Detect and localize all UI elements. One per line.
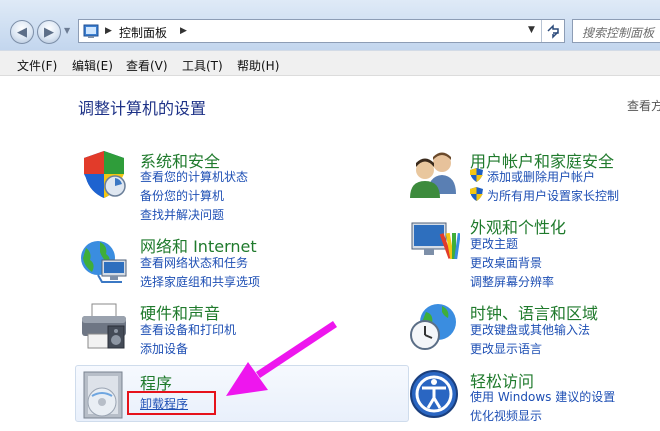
annotation-arrow-icon — [226, 321, 337, 396]
link-adjust-screen-resolution[interactable]: 调整屏幕分辨率 — [470, 273, 554, 290]
link-find-fix-problems[interactable]: 查找并解决问题 — [140, 206, 224, 223]
page-title: 调整计算机的设置 — [78, 99, 207, 118]
link-view-computer-status[interactable]: 查看您的计算机状态 — [140, 168, 248, 185]
menu-view[interactable]: 查看(V) — [126, 57, 168, 74]
menu-bar: 文件(F) 编辑(E) 查看(V) 工具(T) 帮助(H) — [0, 50, 660, 76]
address-divider — [541, 20, 542, 42]
annotation-highlight-box — [127, 391, 216, 415]
link-network-status-tasks[interactable]: 查看网络状态和任务 — [140, 254, 248, 271]
link-add-remove-accounts[interactable]: 添加或删除用户帐户 — [487, 168, 595, 185]
address-dropdown-icon[interactable]: ▼ — [528, 25, 535, 35]
menu-edit[interactable]: 编辑(E) — [72, 57, 113, 74]
menu-tools[interactable]: 工具(T) — [182, 57, 223, 74]
search-placeholder: 搜索控制面板 — [582, 26, 655, 40]
address-field[interactable]: ▶ 控制面板 ▶ ▼ — [78, 19, 565, 43]
back-button[interactable]: ◀ — [10, 20, 34, 44]
recent-pages-dropdown-icon[interactable]: ▼ — [64, 26, 70, 35]
link-change-desktop-background[interactable]: 更改桌面背景 — [470, 254, 542, 271]
ease-of-access-icon[interactable] — [408, 368, 460, 420]
forward-arrow-icon: ▶ — [44, 24, 54, 40]
link-backup-computer[interactable]: 备份您的计算机 — [140, 187, 224, 204]
programs-icon[interactable] — [78, 370, 130, 422]
refresh-icon[interactable] — [545, 23, 561, 39]
link-optimize-visual-display[interactable]: 优化视频显示 — [470, 407, 542, 424]
menu-help[interactable]: 帮助(H) — [237, 57, 279, 74]
back-arrow-icon: ◀ — [17, 24, 27, 40]
menu-file[interactable]: 文件(F) — [17, 57, 57, 74]
link-change-keyboard-input[interactable]: 更改键盘或其他输入法 — [470, 321, 590, 338]
breadcrumb-separator-icon[interactable]: ▶ — [180, 26, 187, 36]
view-by-label[interactable]: 查看方 — [627, 97, 660, 114]
uac-shield-icon — [470, 168, 483, 182]
clock-globe-icon[interactable] — [408, 300, 460, 352]
link-add-device[interactable]: 添加设备 — [140, 340, 188, 357]
breadcrumb-separator-icon: ▶ — [105, 26, 112, 36]
users-icon[interactable] — [408, 148, 460, 200]
link-parental-controls[interactable]: 为所有用户设置家长控制 — [487, 187, 619, 204]
link-windows-recommended-settings[interactable]: 使用 Windows 建议的设置 — [470, 388, 615, 405]
appearance-icon[interactable] — [408, 215, 460, 267]
printer-icon[interactable] — [78, 300, 130, 352]
link-change-display-language[interactable]: 更改显示语言 — [470, 340, 542, 357]
link-change-theme[interactable]: 更改主题 — [470, 235, 518, 252]
forward-button[interactable]: ▶ — [37, 20, 61, 44]
search-field[interactable]: 搜索控制面板 — [572, 19, 660, 43]
link-homegroup-sharing[interactable]: 选择家庭组和共享选项 — [140, 273, 260, 290]
globe-network-icon[interactable] — [78, 234, 130, 286]
uac-shield-icon — [470, 187, 483, 201]
shield-icon[interactable] — [78, 148, 130, 200]
control-panel-icon — [83, 24, 99, 38]
breadcrumb-control-panel[interactable]: 控制面板 — [119, 24, 167, 41]
